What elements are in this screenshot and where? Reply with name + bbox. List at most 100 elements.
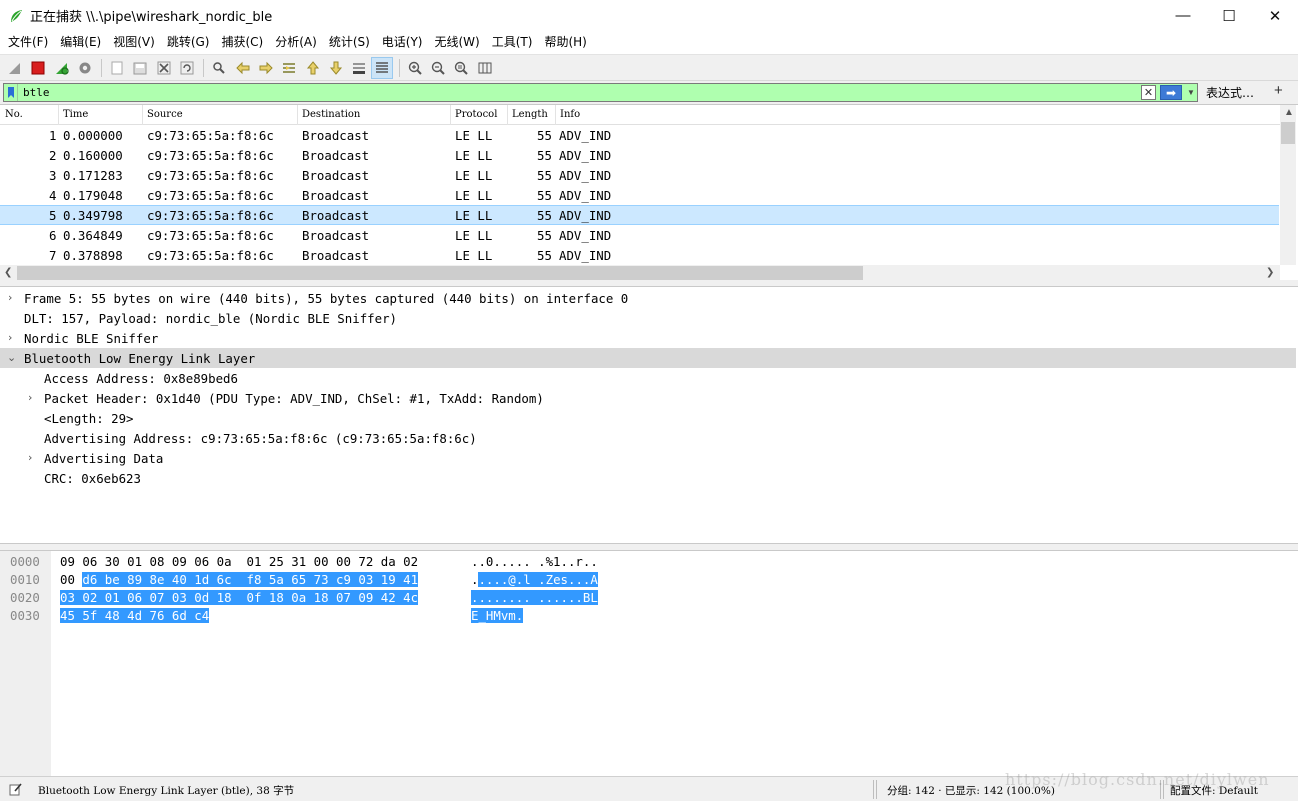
last-packet-icon[interactable]: [325, 57, 347, 79]
scroll-left-icon[interactable]: ❮: [4, 267, 12, 278]
hex-selected: 45 5f 48 4d 76 6d c4: [60, 608, 210, 623]
tree-item-dlt[interactable]: DLT: 157, Payload: nordic_ble (Nordic BL…: [0, 308, 1296, 328]
first-packet-icon[interactable]: [302, 57, 324, 79]
scroll-right-icon[interactable]: ❯: [1266, 267, 1274, 278]
tree-item-advertising-address[interactable]: Advertising Address: c9:73:65:5a:f8:6c (…: [0, 428, 1296, 448]
expand-icon[interactable]: ›: [28, 391, 32, 404]
apply-filter-icon[interactable]: ➡: [1160, 85, 1182, 100]
scroll-up-icon[interactable]: ▲: [1284, 107, 1294, 118]
packet-list-vertical-scrollbar[interactable]: ▲: [1280, 105, 1296, 265]
column-divider[interactable]: [58, 105, 59, 125]
expand-icon[interactable]: ›: [8, 291, 12, 304]
scroll-thumb[interactable]: [1281, 122, 1295, 144]
tree-item-crc[interactable]: CRC: 0x6eb623: [0, 468, 1296, 488]
packet-row[interactable]: 1 0.000000 c9:73:65:5a:f8:6c Broadcast L…: [0, 125, 1279, 145]
menu-tools[interactable]: 工具(T): [486, 31, 539, 54]
tree-item-frame[interactable]: › Frame 5: 55 bytes on wire (440 bits), …: [0, 288, 1296, 308]
menu-analyze[interactable]: 分析(A): [269, 31, 323, 54]
chevron-down-icon[interactable]: ▼: [1185, 85, 1197, 100]
bytes-hex[interactable]: 00 d6 be 89 8e 40 1d 6c f8 5a 65 73 c9 0…: [60, 572, 419, 587]
restart-capture-icon[interactable]: [51, 57, 73, 79]
packet-row[interactable]: 2 0.160000 c9:73:65:5a:f8:6c Broadcast L…: [0, 145, 1279, 165]
menu-edit[interactable]: 编辑(E): [54, 31, 107, 54]
tree-item-length[interactable]: <Length: 29>: [0, 408, 1296, 428]
column-divider[interactable]: [297, 105, 298, 125]
column-header-length[interactable]: Length: [512, 109, 548, 120]
bytes-ascii[interactable]: E_HMvm.: [471, 608, 524, 623]
main-toolbar: [0, 54, 1298, 81]
go-to-packet-icon[interactable]: [278, 57, 300, 79]
column-divider[interactable]: [507, 105, 508, 125]
capture-options-icon[interactable]: [74, 57, 96, 79]
colorize-icon[interactable]: [371, 56, 394, 79]
minimize-button[interactable]: —: [1160, 0, 1206, 31]
bytes-row[interactable]: 0000 09 06 30 01 08 09 06 0a 01 25 31 00…: [0, 552, 1298, 570]
stop-capture-icon[interactable]: [27, 57, 49, 79]
scroll-thumb[interactable]: [17, 266, 863, 280]
menu-telephony[interactable]: 电话(Y): [376, 31, 429, 54]
packet-row-selected[interactable]: 5 0.349798 c9:73:65:5a:f8:6c Broadcast L…: [0, 205, 1279, 225]
bytes-ascii[interactable]: ..0..... .%1..r..: [471, 554, 598, 569]
packet-row[interactable]: 7 0.378898 c9:73:65:5a:f8:6c Broadcast L…: [0, 245, 1279, 265]
filter-expression-button[interactable]: 表达式…: [1206, 84, 1254, 101]
bytes-hex[interactable]: 03 02 01 06 07 03 0d 18 0f 18 0a 18 07 0…: [60, 590, 419, 605]
column-divider[interactable]: [555, 105, 556, 125]
collapse-icon[interactable]: ⌄: [7, 351, 16, 364]
bytes-row[interactable]: 0030 45 5f 48 4d 76 6d c4 E_HMvm.: [0, 606, 1298, 624]
display-filter-input[interactable]: btle ✕ ➡ ▼: [3, 83, 1198, 102]
zoom-out-icon[interactable]: [427, 57, 449, 79]
column-divider[interactable]: [450, 105, 451, 125]
expand-icon[interactable]: ›: [8, 331, 12, 344]
column-header-no[interactable]: No.: [5, 109, 23, 120]
bytes-row[interactable]: 0020 03 02 01 06 07 03 0d 18 0f 18 0a 18…: [0, 588, 1298, 606]
maximize-button[interactable]: ☐: [1206, 0, 1252, 31]
packet-row[interactable]: 6 0.364849 c9:73:65:5a:f8:6c Broadcast L…: [0, 225, 1279, 245]
tree-item-access-address[interactable]: Access Address: 0x8e89bed6: [0, 368, 1296, 388]
expand-icon[interactable]: ›: [28, 451, 32, 464]
column-header-protocol[interactable]: Protocol: [455, 109, 497, 120]
menu-help[interactable]: 帮助(H): [538, 31, 592, 54]
packet-row[interactable]: 4 0.179048 c9:73:65:5a:f8:6c Broadcast L…: [0, 185, 1279, 205]
bookmark-icon[interactable]: [4, 84, 18, 101]
tree-item-btle-selected[interactable]: ⌄ Bluetooth Low Energy Link Layer: [0, 348, 1296, 368]
bytes-hex[interactable]: 45 5f 48 4d 76 6d c4: [60, 608, 210, 623]
autoscroll-icon[interactable]: [348, 57, 370, 79]
bytes-hex[interactable]: 09 06 30 01 08 09 06 0a 01 25 31 00 00 7…: [60, 554, 418, 569]
resize-columns-icon[interactable]: [474, 57, 496, 79]
menu-go[interactable]: 跳转(G): [161, 31, 216, 54]
column-divider[interactable]: [142, 105, 143, 125]
add-filter-button[interactable]: +: [1274, 82, 1283, 99]
close-file-icon[interactable]: [153, 57, 175, 79]
column-header-time[interactable]: Time: [63, 109, 88, 120]
expert-info-icon[interactable]: [9, 782, 23, 796]
menu-wireless[interactable]: 无线(W): [429, 31, 486, 54]
open-file-icon[interactable]: [106, 57, 128, 79]
filter-text[interactable]: btle: [18, 86, 1141, 99]
menu-view[interactable]: 视图(V): [107, 31, 161, 54]
packet-protocol: LE LL: [455, 168, 493, 183]
column-header-source[interactable]: Source: [147, 109, 183, 120]
save-file-icon[interactable]: [129, 57, 151, 79]
reload-file-icon[interactable]: [176, 57, 198, 79]
column-header-info[interactable]: Info: [560, 109, 580, 120]
go-back-icon[interactable]: [232, 57, 254, 79]
bytes-ascii[interactable]: ........ ......BL: [471, 590, 598, 605]
shark-fin-start-icon[interactable]: [4, 57, 26, 79]
go-forward-icon[interactable]: [255, 57, 277, 79]
packet-protocol: LE LL: [455, 228, 493, 243]
close-button[interactable]: ✕: [1252, 0, 1298, 31]
menu-statistics[interactable]: 统计(S): [323, 31, 376, 54]
column-header-destination[interactable]: Destination: [302, 109, 360, 120]
zoom-in-icon[interactable]: [404, 57, 426, 79]
clear-filter-icon[interactable]: ✕: [1141, 85, 1156, 100]
bytes-row[interactable]: 0010 00 d6 be 89 8e 40 1d 6c f8 5a 65 73…: [0, 570, 1298, 588]
tree-item-nordic-sniffer[interactable]: › Nordic BLE Sniffer: [0, 328, 1296, 348]
packet-row[interactable]: 3 0.171283 c9:73:65:5a:f8:6c Broadcast L…: [0, 165, 1279, 185]
menu-file[interactable]: 文件(F): [2, 31, 54, 54]
tree-item-packet-header[interactable]: › Packet Header: 0x1d40 (PDU Type: ADV_I…: [0, 388, 1296, 408]
bytes-ascii[interactable]: .....@.l .Zes...A: [471, 572, 598, 587]
find-packet-icon[interactable]: [208, 57, 230, 79]
tree-item-advertising-data[interactable]: › Advertising Data: [0, 448, 1296, 468]
normal-size-icon[interactable]: [450, 57, 472, 79]
menu-capture[interactable]: 捕获(C): [215, 31, 269, 54]
